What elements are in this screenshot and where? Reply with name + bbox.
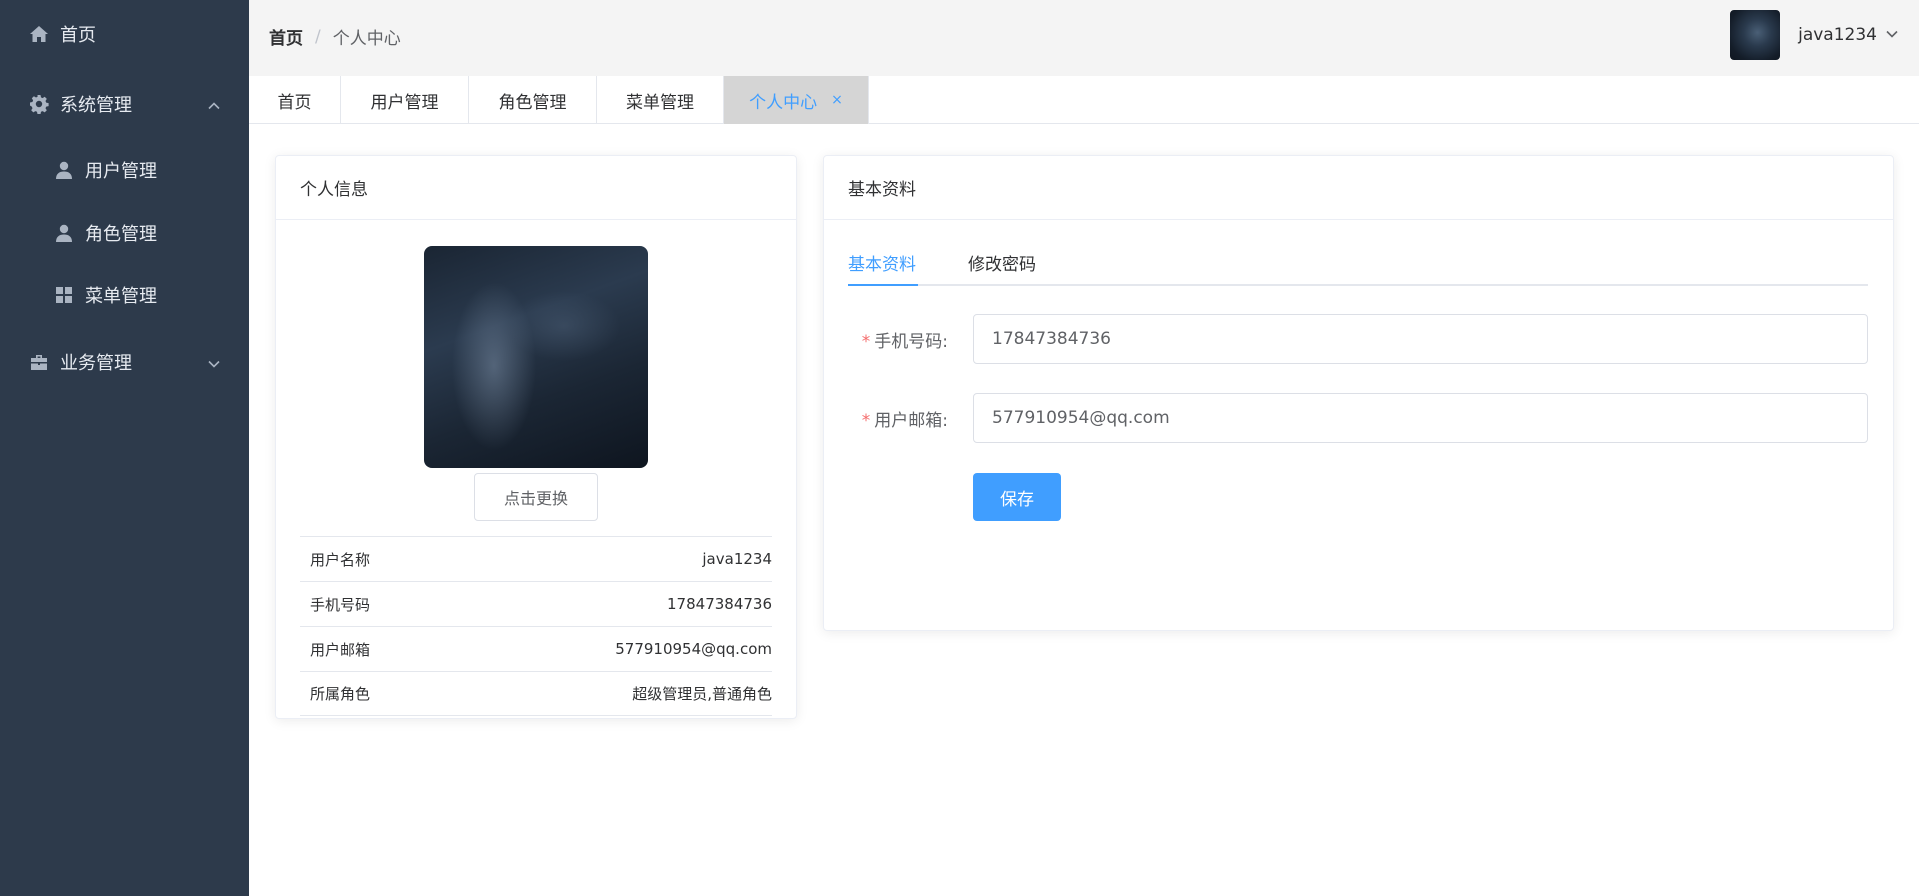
list-item: 所属角色 超级管理员,普通角色 <box>300 671 772 716</box>
basic-info-card: 基本资料 基本资料 修改密码 *手机号码: *用户邮箱: 保存 <box>823 155 1894 631</box>
breadcrumb: 首页 / 个人中心 <box>269 24 401 50</box>
sidebar-item-business[interactable]: 业务管理 <box>0 334 249 390</box>
top-header: 首页 / 个人中心 java1234 <box>249 0 1919 76</box>
phone-label-text: 手机号码: <box>874 331 948 352</box>
phone-input[interactable] <box>973 314 1868 364</box>
tab-menu-management[interactable]: 菜单管理 <box>597 76 724 124</box>
sidebar-item-label: 首页 <box>60 25 96 46</box>
email-label-text: 用户邮箱: <box>874 410 948 431</box>
home-icon <box>28 23 50 45</box>
tags-view: 首页 用户管理 角色管理 菜单管理 个人中心 × <box>249 76 1919 124</box>
profile-info-list: 用户名称 java1234 手机号码 17847384736 用户邮箱 5779… <box>300 536 772 716</box>
phone-label: * 手机号码: <box>848 327 948 352</box>
tab-basic-info[interactable]: 基本资料 <box>848 246 916 286</box>
tab-label: 菜单管理 <box>626 92 694 113</box>
close-icon[interactable]: × <box>831 92 843 108</box>
sidebar-item-label: 角色管理 <box>85 224 157 245</box>
info-label: 用户名称 <box>310 550 371 569</box>
tab-role-management[interactable]: 角色管理 <box>469 76 597 124</box>
active-tab-indicator <box>848 284 918 286</box>
basic-info-tabs: 基本资料 修改密码 <box>848 246 1868 286</box>
email-form-row: * 用户邮箱: <box>848 393 1868 443</box>
info-label: 用户邮箱 <box>310 640 371 659</box>
profile-card: 个人信息 点击更换 用户名称 java1234 手机号码 17847384736… <box>275 155 797 719</box>
tab-label: 基本资料 <box>848 255 916 275</box>
sidebar-item-label: 业务管理 <box>60 353 132 374</box>
avatar[interactable] <box>1730 10 1781 60</box>
email-label: * 用户邮箱: <box>848 406 948 431</box>
chevron-down-icon[interactable] <box>1885 26 1899 45</box>
breadcrumb-home[interactable]: 首页 <box>269 24 303 49</box>
required-mark: * <box>861 410 871 431</box>
tab-label: 角色管理 <box>498 92 567 113</box>
profile-avatar <box>424 246 648 468</box>
tab-profile[interactable]: 个人中心 × <box>724 76 869 124</box>
sidebar-item-home[interactable]: 首页 <box>0 6 249 62</box>
gear-icon <box>28 93 50 115</box>
list-item: 手机号码 17847384736 <box>300 581 772 626</box>
briefcase-icon <box>28 351 50 373</box>
sidebar-item-label: 菜单管理 <box>85 286 157 307</box>
info-label: 手机号码 <box>310 595 371 614</box>
phone-form-row: * 手机号码: <box>848 314 1868 364</box>
profile-card-title: 个人信息 <box>276 156 796 220</box>
sidebar-item-label: 用户管理 <box>85 161 157 182</box>
tab-label: 用户管理 <box>370 92 439 113</box>
user-dropdown[interactable]: java1234 <box>1730 10 1899 60</box>
list-item: 用户邮箱 577910954@qq.com <box>300 626 772 671</box>
breadcrumb-current: 个人中心 <box>332 29 401 49</box>
tab-user-management[interactable]: 用户管理 <box>341 76 469 124</box>
info-value: java1234 <box>702 550 772 568</box>
sidebar-item-roles[interactable]: 角色管理 <box>0 205 249 261</box>
list-item: 用户名称 java1234 <box>300 536 772 581</box>
sidebar: 首页 系统管理 用户管理 角色管理 菜单管理 业务管理 <box>0 0 249 896</box>
username[interactable]: java1234 <box>1798 25 1877 45</box>
info-value: 577910954@qq.com <box>615 640 772 658</box>
user-icon <box>53 159 75 181</box>
tab-home[interactable]: 首页 <box>249 76 341 124</box>
sidebar-item-menus[interactable]: 菜单管理 <box>0 267 249 323</box>
chevron-down-icon <box>207 355 221 369</box>
basic-info-card-title: 基本资料 <box>824 156 1893 220</box>
info-label: 所属角色 <box>310 685 371 703</box>
sidebar-item-system[interactable]: 系统管理 <box>0 76 249 132</box>
email-input[interactable] <box>973 393 1868 443</box>
grid-icon <box>53 284 75 306</box>
tab-change-password[interactable]: 修改密码 <box>968 246 1036 286</box>
required-mark: * <box>861 331 871 352</box>
breadcrumb-separator: / <box>315 26 321 47</box>
info-value: 超级管理员,普通角色 <box>632 685 772 703</box>
tab-label: 修改密码 <box>968 255 1036 275</box>
info-value: 17847384736 <box>667 595 772 613</box>
tab-label: 首页 <box>277 92 312 113</box>
tab-label: 个人中心 <box>749 92 818 113</box>
sidebar-item-users[interactable]: 用户管理 <box>0 142 249 198</box>
change-avatar-button[interactable]: 点击更换 <box>474 473 598 521</box>
chevron-up-icon <box>207 97 221 111</box>
user-icon <box>53 222 75 244</box>
sidebar-item-label: 系统管理 <box>60 95 132 116</box>
save-button[interactable]: 保存 <box>973 473 1061 521</box>
